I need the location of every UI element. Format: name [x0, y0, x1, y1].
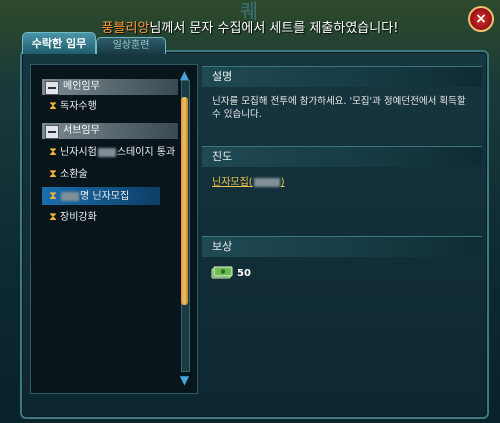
hourglass-icon: ⧗ — [49, 189, 57, 202]
collapse-icon — [45, 125, 59, 139]
progress-label: 닌자모집( — [212, 177, 253, 188]
quest-label: 소환술 — [60, 169, 88, 180]
quest-label: 장비강화 — [60, 212, 97, 223]
quest-label-suffix: 명 닌자모집 — [80, 191, 130, 202]
reward-amount: 50 — [237, 268, 251, 279]
category-main-quests[interactable]: 메인임무 — [42, 79, 178, 95]
quest-item-main-1[interactable]: ⧗ 독자수행 — [42, 97, 192, 115]
quest-progress-link[interactable]: 닌자모집() — [212, 173, 285, 188]
quest-item-sub-3-selected[interactable]: ⧗ 명 닌자모집 — [42, 187, 160, 205]
scrollbar-thumb[interactable] — [181, 97, 188, 305]
quest-label: 독자수행 — [60, 101, 97, 112]
scroll-down-arrow-icon[interactable]: ▼ — [176, 374, 193, 386]
category-sub-quests[interactable]: 서브임무 — [42, 123, 178, 139]
tab-accepted-quests[interactable]: 수락한 임무 — [22, 32, 96, 54]
hourglass-icon: ⧗ — [49, 145, 57, 158]
tab-daily-training[interactable]: 일상훈련 — [96, 37, 166, 54]
progress-header: 진도 — [202, 146, 482, 167]
quest-label-suffix: 스테이지 통과 — [116, 147, 176, 158]
hourglass-icon: ⧗ — [49, 210, 57, 223]
description-header: 설명 — [202, 66, 482, 87]
redacted-value — [61, 191, 79, 201]
quest-item-sub-4[interactable]: ⧗ 장비강화 — [42, 208, 192, 226]
hourglass-icon: ⧗ — [49, 99, 57, 112]
reward-item: 50 — [211, 264, 251, 284]
notice-message: 님께서 문자 수집에서 세트를 제출하였습니다! — [149, 21, 399, 36]
reward-header: 보상 — [202, 236, 482, 257]
progress-close: ) — [280, 177, 285, 188]
redacted-value — [253, 177, 280, 187]
hourglass-icon: ⧗ — [49, 167, 57, 180]
money-icon — [211, 266, 233, 279]
category-label: 서브임무 — [63, 125, 100, 136]
redacted-value — [97, 147, 116, 157]
collapse-icon — [45, 81, 59, 95]
quest-item-sub-1[interactable]: ⧗ 닌자시험 스테이지 통과 — [42, 143, 192, 161]
category-label: 메인임무 — [63, 81, 100, 92]
quest-description: 닌자를 모집해 전투에 참가하세요. '모집'과 정예던전에서 획득할 수 있습… — [212, 96, 466, 120]
quest-item-sub-2[interactable]: ⧗ 소환술 — [42, 165, 192, 183]
quest-label-prefix: 닌자시험 — [60, 147, 97, 158]
notice-player-name: 풍블리앙 — [101, 21, 150, 36]
